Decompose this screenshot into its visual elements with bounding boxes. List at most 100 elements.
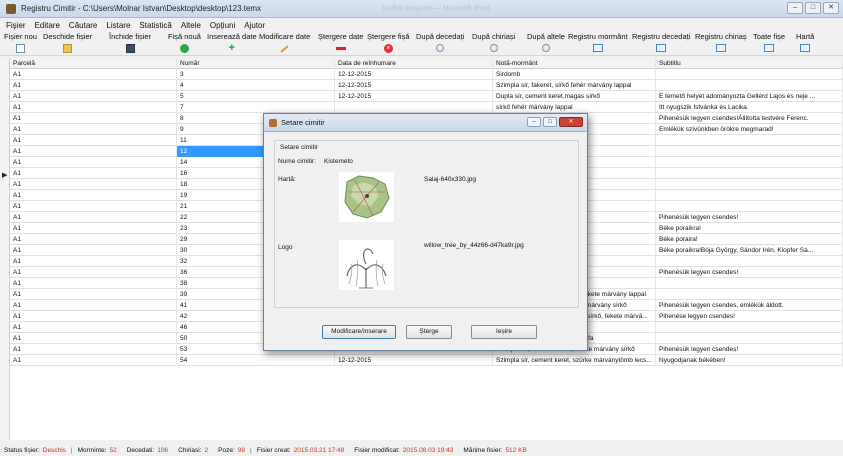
menu-edit[interactable]: Editare [35,21,60,30]
menu-options[interactable]: Opțiuni [210,21,235,30]
cell-grave-note[interactable]: sírkő fehér márvány lappal [493,102,656,113]
cell-reburial-date[interactable]: 12-12-2015 [335,80,493,91]
cell-parcel[interactable]: A1 [10,212,177,223]
cell-number[interactable]: 5 [177,91,335,102]
cell-subtitle[interactable] [656,168,843,179]
all-records-button[interactable]: Toate fișe [753,32,785,56]
column-header-number[interactable]: Număr [177,58,335,69]
cell-grave-note[interactable]: Sirdomb [493,69,656,80]
modify-insert-button[interactable]: Modificare/Inserare [322,325,396,339]
column-header-subtitle[interactable]: Subtitlu [656,58,843,69]
search-tenants-button[interactable]: După chiriași [472,32,515,56]
cell-parcel[interactable]: A1 [10,102,177,113]
cell-subtitle[interactable] [656,69,843,80]
cell-grave-note[interactable]: Szimpla sír, fakeret, sírkő fehér márván… [493,80,656,91]
cell-grave-note[interactable]: Szimpla sír, cement keret, szürke márván… [493,355,656,366]
cell-subtitle[interactable]: Emlékük szívünkben örökre megmarad! [656,124,843,135]
cell-parcel[interactable]: A1 [10,190,177,201]
insert-data-button[interactable]: Inserează date + [207,32,257,56]
cell-subtitle[interactable]: Béke poraira! [656,234,843,245]
cell-subtitle[interactable]: Pihenésük legyen csendes! [656,212,843,223]
cell-parcel[interactable]: A1 [10,256,177,267]
table-row[interactable]: A1 5 12-12-2015 Dupla sír, cement keret,mag… [10,91,843,102]
tenant-register-button[interactable]: Registru chiriaș [695,32,747,56]
cell-number[interactable]: 54 [177,355,335,366]
table-row[interactable]: A1 7 sírkő fehér márvány lappal Itt nyugszi… [10,102,843,113]
cell-subtitle[interactable] [656,289,843,300]
close-button[interactable]: ✕ [823,2,839,14]
cell-number[interactable]: 7 [177,102,335,113]
cell-subtitle[interactable]: Nyugodjanak békében! [656,355,843,366]
cell-number[interactable]: 3 [177,69,335,80]
cell-parcel[interactable]: A1 [10,245,177,256]
menu-help[interactable]: Ajutor [244,21,265,30]
dialog-minimize-button[interactable]: – [527,117,541,127]
minimize-button[interactable]: – [787,2,803,14]
cell-parcel[interactable]: A1 [10,146,177,157]
cell-subtitle[interactable]: Pihenésük legyen csendes!Állította testv… [656,113,843,124]
cell-subtitle[interactable] [656,278,843,289]
column-header-reburial-date[interactable]: Data de reînhumare [335,58,493,69]
cell-subtitle[interactable] [656,80,843,91]
table-row[interactable]: A1 3 12-12-2015 Sirdomb [10,69,843,80]
cell-parcel[interactable]: A1 [10,278,177,289]
cell-parcel[interactable]: A1 [10,135,177,146]
new-record-button[interactable]: Fișă nouă [168,32,201,56]
delete-button[interactable]: Șterge [406,325,452,339]
dialog-maximize-button[interactable]: □ [543,117,557,127]
cell-parcel[interactable]: A1 [10,80,177,91]
map-image[interactable] [339,172,394,222]
cell-subtitle[interactable] [656,201,843,212]
menu-other[interactable]: Altele [181,21,201,30]
cell-subtitle[interactable]: Pihenésük legyen csendes, emlékük áldott… [656,300,843,311]
column-header-grave-note[interactable]: Notă-mormânt [493,58,656,69]
search-other-button[interactable]: După altele [527,32,565,56]
cell-subtitle[interactable] [656,333,843,344]
cell-parcel[interactable]: A1 [10,267,177,278]
delete-record-button[interactable]: Ștergere fișă × [367,32,410,56]
cell-reburial-date[interactable]: 12-12-2015 [335,69,493,80]
cell-parcel[interactable]: A1 [10,333,177,344]
cell-parcel[interactable]: A1 [10,322,177,333]
menu-list[interactable]: Listare [106,21,130,30]
cell-parcel[interactable]: A1 [10,179,177,190]
cell-parcel[interactable]: A1 [10,157,177,168]
cell-parcel[interactable]: A1 [10,344,177,355]
grave-register-button[interactable]: Registru mormânt [568,32,628,56]
cell-parcel[interactable]: A1 [10,124,177,135]
cemetery-name-value[interactable]: Kistemeto [324,158,353,165]
cell-subtitle[interactable]: Itt nyugszik Istvánka és Lacika. [656,102,843,113]
cell-reburial-date[interactable] [335,102,493,113]
cell-grave-note[interactable]: Dupla sír, cement keret,magas sírkő [493,91,656,102]
open-file-button[interactable]: Deschide fișier [43,32,92,56]
cell-subtitle[interactable] [656,179,843,190]
map-button[interactable]: Hartă [796,32,814,56]
menu-search[interactable]: Căutare [69,21,97,30]
cell-parcel[interactable]: A1 [10,289,177,300]
search-deceased-button[interactable]: După decedați [416,32,464,56]
cell-subtitle[interactable]: Béke poraikra! [656,223,843,234]
cell-subtitle[interactable] [656,135,843,146]
cell-subtitle[interactable]: Pihenésük legyen csendes! [656,344,843,355]
cell-reburial-date[interactable]: 12-12-2015 [335,91,493,102]
cell-number[interactable]: 4 [177,80,335,91]
close-file-button[interactable]: Închide fișier [109,32,151,56]
cell-parcel[interactable]: A1 [10,201,177,212]
table-row[interactable]: A1 54 12-12-2015 Szimpla sír, cement keret,… [10,355,843,366]
delete-data-button[interactable]: Ștergere date [318,32,363,56]
menu-file[interactable]: Fișier [6,21,26,30]
cell-subtitle[interactable]: Béke poraikra!Bója György, Sándor Irén, … [656,245,843,256]
cell-subtitle[interactable] [656,190,843,201]
cell-reburial-date[interactable]: 12-12-2015 [335,355,493,366]
cell-parcel[interactable]: A1 [10,91,177,102]
modify-data-button[interactable]: Modificare date [259,32,310,56]
cell-parcel[interactable]: A1 [10,168,177,179]
deceased-register-button[interactable]: Registru decedați [632,32,690,56]
menu-statistics[interactable]: Statistică [139,21,171,30]
cell-parcel[interactable]: A1 [10,223,177,234]
cell-subtitle[interactable]: E temető helyet adományozta Gellérd Lajo… [656,91,843,102]
cell-subtitle[interactable]: Pihenése legyen csendes! [656,311,843,322]
cell-parcel[interactable]: A1 [10,311,177,322]
cell-parcel[interactable]: A1 [10,69,177,80]
logo-image[interactable] [339,240,394,290]
